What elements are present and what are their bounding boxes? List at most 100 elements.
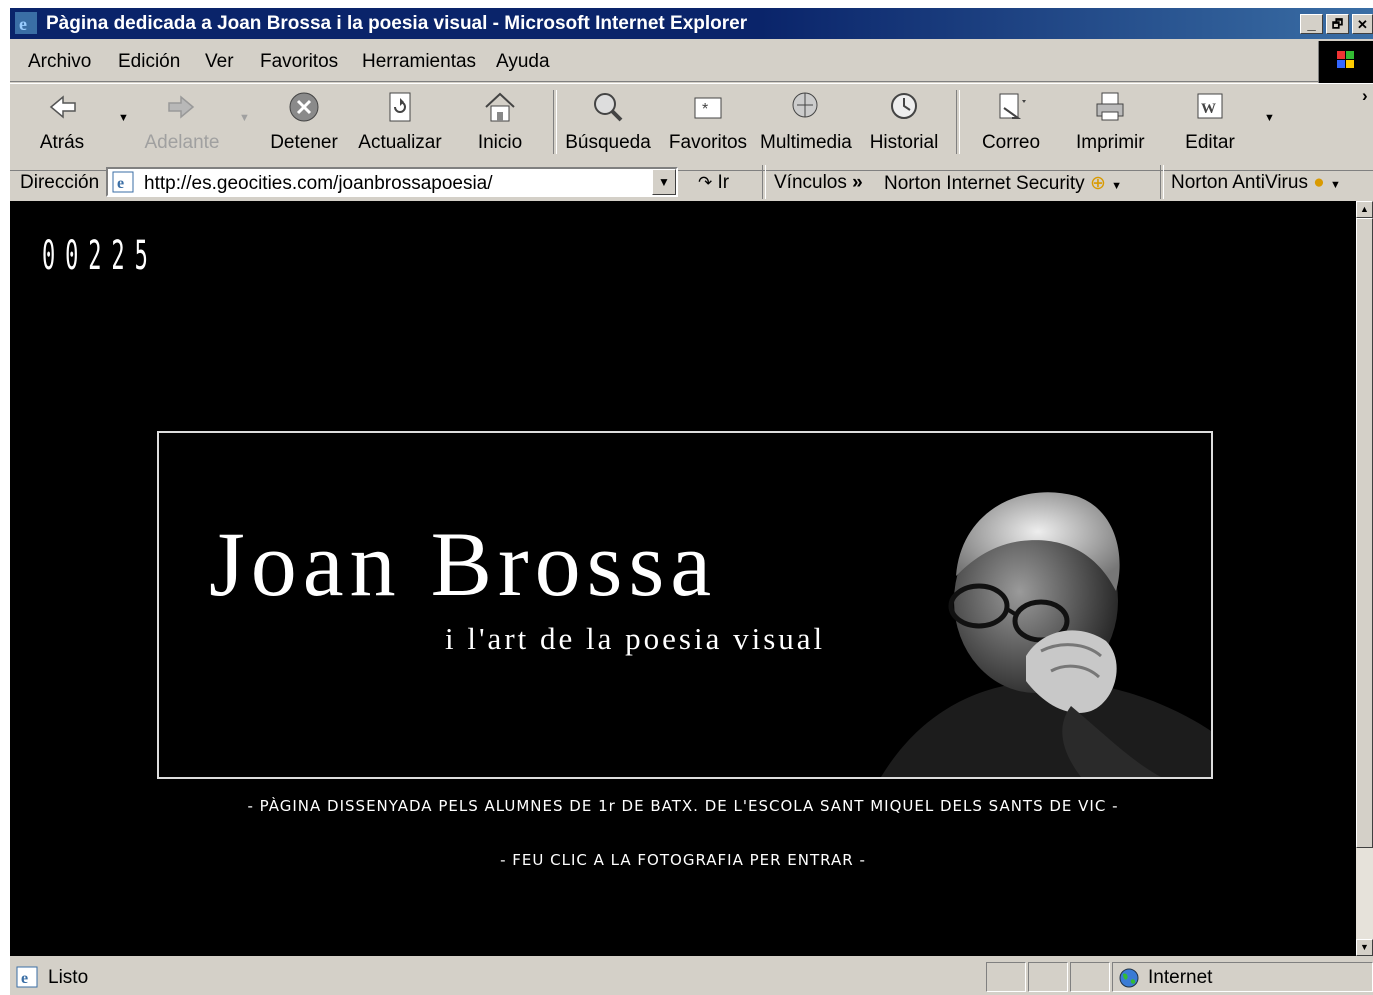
address-separator — [1160, 165, 1164, 199]
favorites-icon: * — [694, 97, 722, 119]
status-cell — [1070, 962, 1110, 992]
address-bar: Dirección e http://es.geocities.com/joan… — [10, 163, 1373, 202]
internet-globe-icon — [1119, 968, 1139, 988]
mail-icon — [999, 93, 1026, 119]
zone-text: Internet — [1148, 967, 1213, 988]
ie-logo-icon: e — [15, 12, 37, 34]
menu-bar: Archivo Edición Ver Favoritos Herramient… — [10, 41, 1373, 83]
window-title: Pàgina dedicada a Joan Brossa i la poesi… — [46, 13, 748, 34]
links-label: Vínculos — [774, 172, 847, 193]
address-dropdown-icon[interactable]: ▼ — [652, 169, 676, 195]
go-button[interactable]: ↷ Ir — [698, 172, 729, 194]
edit-dropdown-icon[interactable]: ▼ — [1264, 112, 1275, 124]
mail-button[interactable]: Correo — [974, 88, 1048, 162]
page-ie-icon: e — [112, 171, 134, 193]
links-chevron-icon: » — [852, 172, 863, 193]
menu-ver[interactable]: Ver — [205, 51, 234, 73]
stop-button[interactable]: Detener — [266, 88, 342, 162]
portrait-photo[interactable] — [861, 481, 1211, 777]
norton-security-label: Norton Internet Security — [884, 173, 1085, 194]
toolbar-separator — [956, 90, 960, 154]
media-button[interactable]: Multimedia — [760, 88, 852, 162]
word-edit-icon: W — [1197, 93, 1223, 119]
scroll-thumb[interactable] — [1356, 218, 1373, 848]
search-button[interactable]: Búsqueda — [562, 88, 654, 162]
refresh-label: Actualizar — [358, 132, 442, 153]
norton-security-button[interactable]: Norton Internet Security ⊕ ▼ — [884, 172, 1122, 195]
refresh-button[interactable]: Actualizar — [358, 88, 442, 162]
banner-subtitle: i l'art de la poesia visual — [445, 621, 826, 656]
forward-button[interactable]: Adelante — [142, 88, 222, 162]
norton-globe-icon: ⊕ — [1089, 173, 1106, 194]
enter-instruction: - FEU CLIC A LA FOTOGRAFIA PER ENTRAR - — [500, 851, 866, 869]
go-arrow-icon: ↷ — [698, 173, 713, 192]
home-button[interactable]: Inicio — [470, 88, 530, 162]
search-label: Búsqueda — [565, 132, 651, 153]
print-button[interactable]: Imprimir — [1076, 88, 1145, 162]
refresh-icon — [389, 92, 411, 122]
norton-antivirus-label: Norton AntiVirus — [1171, 172, 1308, 193]
svg-text:e: e — [117, 175, 124, 192]
close-button[interactable]: ✕ — [1352, 14, 1373, 34]
scroll-up-button[interactable]: ▲ — [1356, 201, 1373, 218]
page-content: 00225 Joan Brossa i l'art de la poesia v… — [10, 201, 1356, 956]
menu-archivo[interactable]: Archivo — [28, 51, 91, 73]
history-button[interactable]: Historial — [866, 88, 942, 162]
menu-ayuda[interactable]: Ayuda — [496, 51, 550, 73]
banner-title: Joan Brossa — [209, 513, 718, 615]
forward-label: Adelante — [144, 132, 220, 153]
restore-button[interactable]: 🗗 — [1326, 14, 1349, 34]
edit-label: Editar — [1185, 132, 1235, 153]
svg-text:e: e — [21, 970, 28, 987]
banner-photo-link[interactable]: Joan Brossa i l'art de la poesia visual — [157, 431, 1213, 779]
minimize-button[interactable]: _ — [1300, 14, 1323, 34]
go-label: Ir — [717, 172, 730, 193]
page-status-icon: e — [16, 966, 38, 988]
norton-antivirus-button[interactable]: Norton AntiVirus ● ▼ — [1171, 172, 1341, 194]
menu-herramientas[interactable]: Herramientas — [362, 51, 476, 73]
standard-toolbar: Atrás ▼ Adelante ▼ Detener Actualizar In… — [10, 83, 1373, 171]
edit-button[interactable]: W Editar — [1180, 88, 1240, 162]
scroll-down-button[interactable]: ▼ — [1356, 939, 1373, 956]
norton-antivirus-icon: ● — [1313, 172, 1325, 193]
links-button[interactable]: Vínculos » — [774, 172, 863, 194]
address-field[interactable]: e http://es.geocities.com/joanbrossapoes… — [106, 167, 678, 197]
status-cell — [986, 962, 1026, 992]
menu-favoritos[interactable]: Favoritos — [260, 51, 338, 73]
address-label: Dirección — [20, 172, 100, 193]
browser-window: e Pàgina dedicada a Joan Brossa i la poe… — [10, 8, 1373, 995]
home-label: Inicio — [477, 132, 523, 153]
print-icon — [1096, 92, 1124, 121]
title-bar: e Pàgina dedicada a Joan Brossa i la poe… — [10, 8, 1373, 39]
favorites-label: Favoritos — [668, 132, 748, 153]
norton-antivirus-dropdown-icon: ▼ — [1330, 179, 1341, 191]
history-label: Historial — [869, 132, 939, 153]
visit-counter: 00225 — [42, 233, 158, 279]
address-url: http://es.geocities.com/joanbrossapoesia… — [144, 173, 493, 194]
home-icon — [485, 92, 515, 122]
credit-text: - PÀGINA DISSENYADA PELS ALUMNES DE 1r D… — [247, 797, 1119, 815]
forward-dropdown-icon[interactable]: ▼ — [239, 112, 250, 124]
svg-text:*: * — [702, 101, 708, 118]
status-text: Listo — [48, 967, 89, 988]
search-icon — [594, 93, 623, 122]
back-label: Atrás — [39, 132, 85, 153]
svg-text:W: W — [1201, 101, 1216, 117]
vertical-scrollbar[interactable]: ▲ ▼ — [1356, 201, 1373, 956]
back-dropdown-icon[interactable]: ▼ — [118, 112, 129, 124]
media-label: Multimedia — [760, 132, 852, 153]
media-icon — [792, 92, 818, 118]
menu-edicion[interactable]: Edición — [118, 51, 180, 73]
toolbar-separator — [553, 90, 557, 154]
stop-icon — [289, 92, 319, 122]
address-separator — [762, 165, 766, 199]
favorites-button[interactable]: * Favoritos — [666, 88, 750, 162]
svg-text:e: e — [19, 14, 27, 34]
toolbar-more-chevron-icon[interactable]: › — [1362, 86, 1368, 106]
history-icon — [891, 93, 917, 119]
back-button[interactable]: Atrás — [32, 88, 92, 162]
forward-arrow-icon — [168, 95, 195, 119]
back-arrow-icon — [49, 95, 76, 119]
norton-security-dropdown-icon: ▼ — [1111, 180, 1123, 192]
print-label: Imprimir — [1076, 132, 1145, 153]
